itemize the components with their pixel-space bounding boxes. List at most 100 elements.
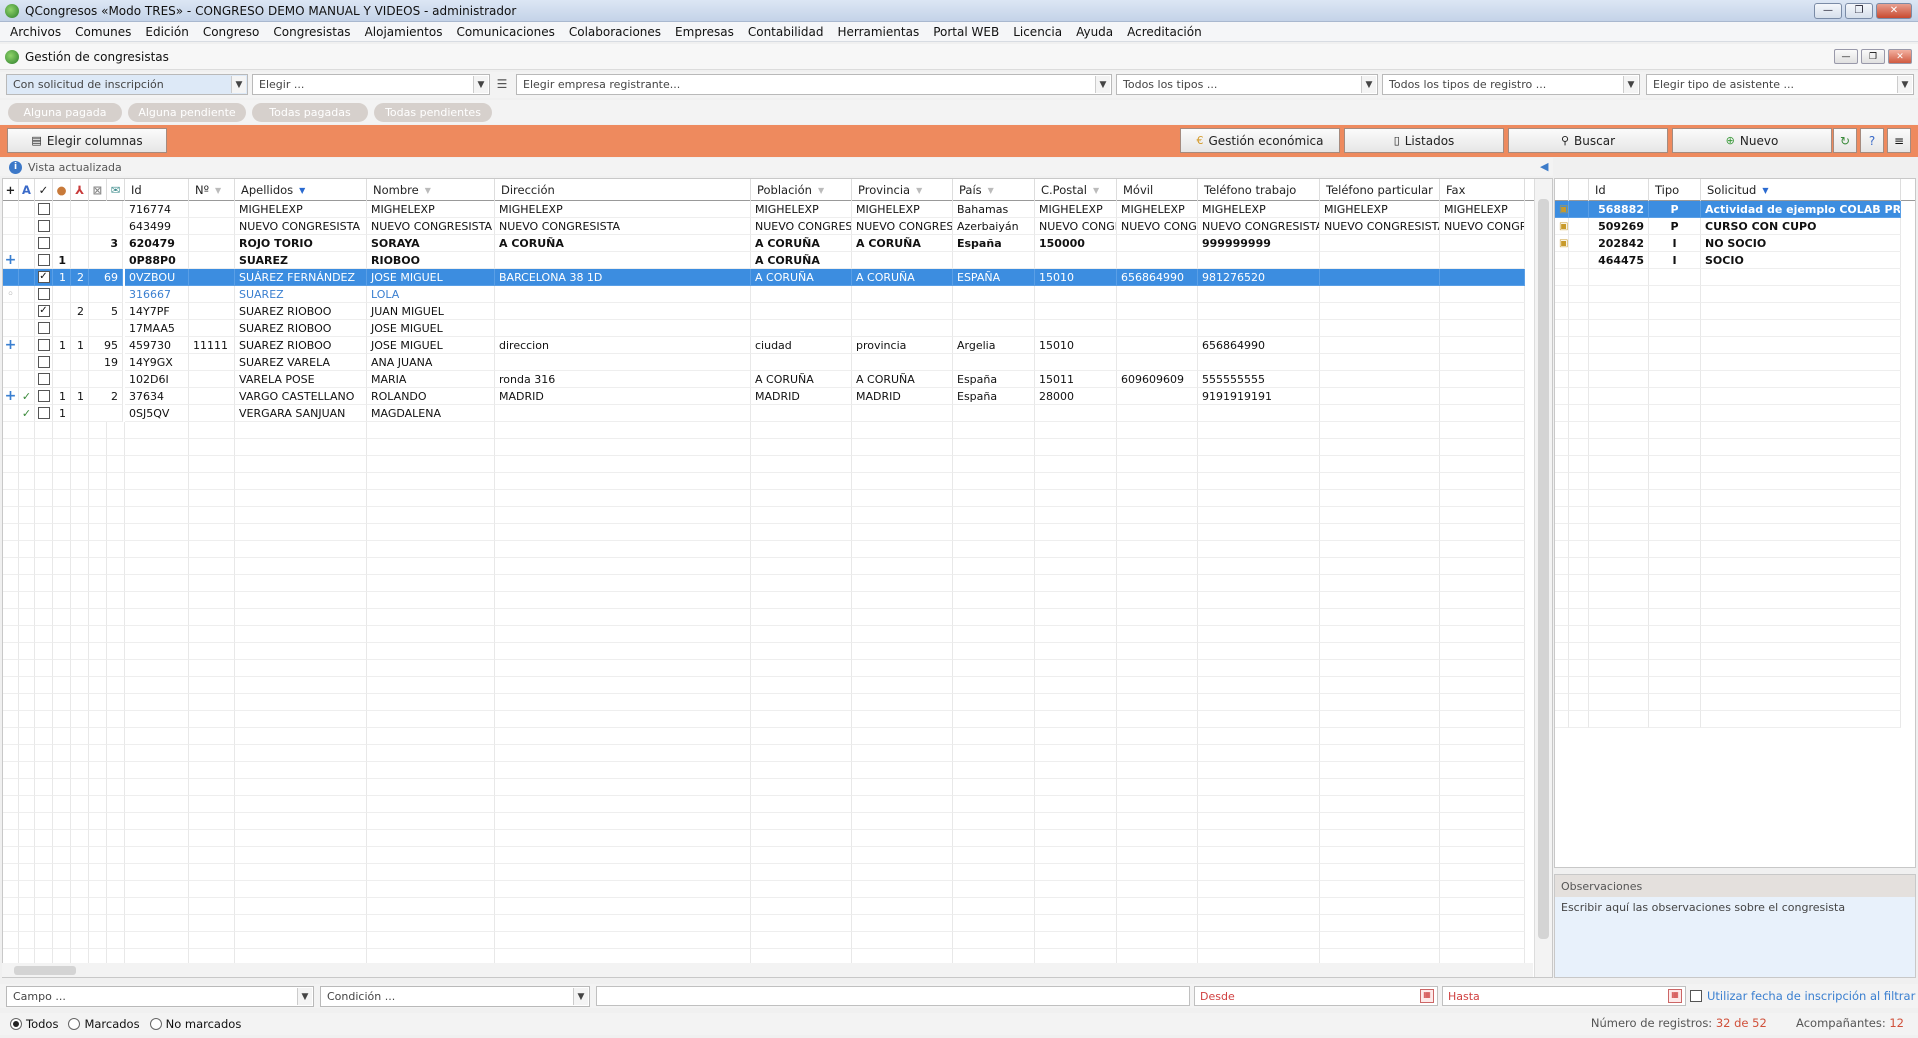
column-header-tel_trabajo[interactable]: Teléfono trabajo bbox=[1198, 179, 1320, 201]
radio-todos[interactable]: Todos bbox=[10, 1017, 58, 1031]
row-checkbox[interactable] bbox=[37, 237, 50, 249]
gestion-economica-button[interactable]: € Gestión económica bbox=[1180, 128, 1340, 153]
side-column-header-tipo[interactable]: Tipo bbox=[1649, 179, 1701, 201]
usar-fecha-option[interactable]: Utilizar fecha de inscripción al filtrar bbox=[1690, 989, 1915, 1003]
row-cell-check-column[interactable]: ✓ bbox=[35, 269, 53, 286]
row-checkbox[interactable] bbox=[37, 254, 50, 266]
column-header-pais[interactable]: País ▼ bbox=[953, 179, 1035, 201]
radio-no-marcados[interactable]: No marcados bbox=[149, 1017, 241, 1031]
row-checkbox[interactable]: ✓ bbox=[37, 271, 50, 283]
row-checkbox[interactable] bbox=[37, 203, 50, 215]
column-header-num[interactable]: Nº ▼ bbox=[189, 179, 235, 201]
row-checkbox[interactable] bbox=[37, 407, 50, 419]
usar-fecha-checkbox[interactable] bbox=[1690, 990, 1702, 1002]
menu-comunicaciones[interactable]: Comunicaciones bbox=[449, 25, 561, 39]
menu-licencia[interactable]: Licencia bbox=[1006, 25, 1069, 39]
row-cell-check-column[interactable] bbox=[35, 286, 53, 303]
buscar-button[interactable]: ⚲ Buscar bbox=[1508, 128, 1668, 153]
tipos-registro-select[interactable]: Todos los tipos de registro ... ▼ bbox=[1382, 74, 1640, 95]
expand-icon[interactable]: + bbox=[5, 388, 17, 404]
row-cell-check-column[interactable] bbox=[35, 218, 53, 235]
sort-arrow-icon[interactable]: ▼ bbox=[988, 186, 994, 195]
column-header-id[interactable]: Id bbox=[125, 179, 189, 201]
menu-acreditacion[interactable]: Acreditación bbox=[1120, 25, 1209, 39]
menu-ayuda[interactable]: Ayuda bbox=[1069, 25, 1120, 39]
row-checkbox[interactable] bbox=[37, 322, 50, 334]
column-header-check-column-icon[interactable]: ✓ bbox=[35, 179, 53, 201]
minimize-button[interactable]: — bbox=[1814, 2, 1842, 19]
table-row[interactable]: ✓ 2 5 14Y7PF SUAREZ RIOBOO JUAN MIGUEL bbox=[3, 303, 1534, 320]
column-header-apellidos[interactable]: Apellidos ▼ bbox=[235, 179, 367, 201]
observaciones-textarea[interactable]: Escribir aquí las observaciones sobre el… bbox=[1555, 897, 1915, 977]
table-row[interactable]: 3 620479 ROJO TORIO SORAYA A CORUÑA A CORUÑA A… bbox=[3, 235, 1534, 252]
table-row[interactable]: 19 14Y9GX SUAREZ VARELA ANA JUANA bbox=[3, 354, 1534, 371]
desde-input[interactable]: Desde ▦ bbox=[1194, 986, 1438, 1006]
menu-congresistas[interactable]: Congresistas bbox=[266, 25, 357, 39]
listados-button[interactable]: ▯ Listados bbox=[1344, 128, 1504, 153]
column-header-expand-column-icon[interactable]: + bbox=[3, 179, 19, 201]
close-button[interactable]: ✕ bbox=[1876, 2, 1912, 19]
column-header-nombre[interactable]: Nombre ▼ bbox=[367, 179, 495, 201]
row-checkbox[interactable] bbox=[37, 288, 50, 300]
table-row[interactable]: +1 1 95 459730 11111 SUAREZ RIOBOO JOSE MIGUEL… bbox=[3, 337, 1534, 354]
column-header-movil[interactable]: Móvil bbox=[1117, 179, 1198, 201]
hasta-input[interactable]: Hasta ▦ bbox=[1442, 986, 1686, 1006]
sort-arrow-icon[interactable]: ▼ bbox=[299, 186, 305, 195]
pill-alguna-pendiente[interactable]: Alguna pendiente bbox=[128, 103, 246, 122]
column-header-pdf-icon[interactable]: ⅄ bbox=[71, 179, 89, 201]
row-checkbox[interactable] bbox=[37, 356, 50, 368]
menu-comunes[interactable]: Comunes bbox=[68, 25, 138, 39]
table-row[interactable]: 643499 NUEVO CONGRESISTA NUEVO CONGRESISTA… bbox=[3, 218, 1534, 235]
menu-herramientas[interactable]: Herramientas bbox=[830, 25, 926, 39]
column-header-tel_particular[interactable]: Teléfono particular bbox=[1320, 179, 1440, 201]
sub-restore-button[interactable]: ❐ bbox=[1861, 49, 1885, 64]
column-header-cpostal[interactable]: C.Postal ▼ bbox=[1035, 179, 1117, 201]
row-cell-check-column[interactable] bbox=[35, 371, 53, 388]
restore-button[interactable]: ❐ bbox=[1845, 2, 1873, 19]
expand-icon[interactable]: + bbox=[5, 337, 17, 353]
calendar-icon[interactable]: ▦ bbox=[1668, 989, 1682, 1003]
column-header-person-icon[interactable]: ● bbox=[53, 179, 71, 201]
column-header-mail-icon[interactable]: ✉ bbox=[107, 179, 125, 201]
table-row[interactable]: ✓ 1 0SJ5QV VERGARA SANJUAN MAGDALENA bbox=[3, 405, 1534, 422]
list-icon[interactable]: ☰ bbox=[494, 77, 510, 93]
valor-input[interactable] bbox=[596, 986, 1190, 1006]
menu-contabilidad[interactable]: Contabilidad bbox=[741, 25, 831, 39]
side-column-header-blank[interactable] bbox=[1569, 179, 1589, 201]
menu-empresas[interactable]: Empresas bbox=[668, 25, 741, 39]
table-row[interactable]: ✓ 1 2 69 0VZBOU SUÁREZ FERNÁNDEZ JOSE MIGUEL BA… bbox=[3, 269, 1534, 286]
condicion-select[interactable]: Condición ... ▼ bbox=[320, 986, 590, 1007]
column-header-excel-icon[interactable]: ⊠ bbox=[89, 179, 107, 201]
menu-congreso[interactable]: Congreso bbox=[196, 25, 267, 39]
side-column-header-id[interactable]: Id bbox=[1589, 179, 1649, 201]
menu-edicion[interactable]: Edición bbox=[138, 25, 195, 39]
row-checkbox[interactable] bbox=[37, 373, 50, 385]
row-cell-check-column[interactable] bbox=[35, 354, 53, 371]
vertical-scrollbar[interactable] bbox=[1534, 179, 1552, 977]
splitter-arrows[interactable]: ◀ bbox=[1540, 160, 1548, 173]
table-row[interactable]: 17MAA5 SUAREZ RIOBOO JOSE MIGUEL bbox=[3, 320, 1534, 337]
row-cell-check-column[interactable] bbox=[35, 337, 53, 354]
tipo-asistente-select[interactable]: Elegir tipo de asistente ... ▼ bbox=[1646, 74, 1914, 95]
row-cell-check-column[interactable]: ✓ bbox=[35, 303, 53, 320]
radio-marcados[interactable]: Marcados bbox=[68, 1017, 140, 1031]
empresa-select[interactable]: Elegir empresa registrante... ▼ bbox=[516, 74, 1112, 95]
sort-arrow-icon[interactable]: ▼ bbox=[215, 186, 221, 195]
elegir-columnas-button[interactable]: ▤ Elegir columnas bbox=[7, 128, 167, 153]
sort-arrow-icon[interactable]: ▼ bbox=[425, 186, 431, 195]
pill-alguna-pagada[interactable]: Alguna pagada bbox=[8, 103, 122, 122]
campo-select[interactable]: Campo ... ▼ bbox=[6, 986, 314, 1007]
nuevo-button[interactable]: ⊕ Nuevo bbox=[1672, 128, 1832, 153]
menu-colaboraciones[interactable]: Colaboraciones bbox=[562, 25, 668, 39]
column-header-direccion[interactable]: Dirección bbox=[495, 179, 751, 201]
radio-no-marcados-circle[interactable] bbox=[149, 1018, 162, 1030]
table-row[interactable]: ◦ 316667 SUAREZ LOLA bbox=[3, 286, 1534, 303]
row-cell-check-column[interactable] bbox=[35, 201, 53, 218]
row-checkbox[interactable] bbox=[37, 220, 50, 232]
sub-close-button[interactable]: ✕ bbox=[1888, 49, 1912, 64]
scrollbar-thumb[interactable] bbox=[14, 966, 76, 975]
pill-todas-pendientes[interactable]: Todas pendientes bbox=[374, 103, 492, 122]
menu-archivos[interactable]: Archivos bbox=[3, 25, 68, 39]
solicitud-row[interactable]: ▣ 202842 I NO SOCIO bbox=[1555, 235, 1915, 252]
side-column-header-solicitud[interactable]: Solicitud ▼ bbox=[1701, 179, 1901, 201]
